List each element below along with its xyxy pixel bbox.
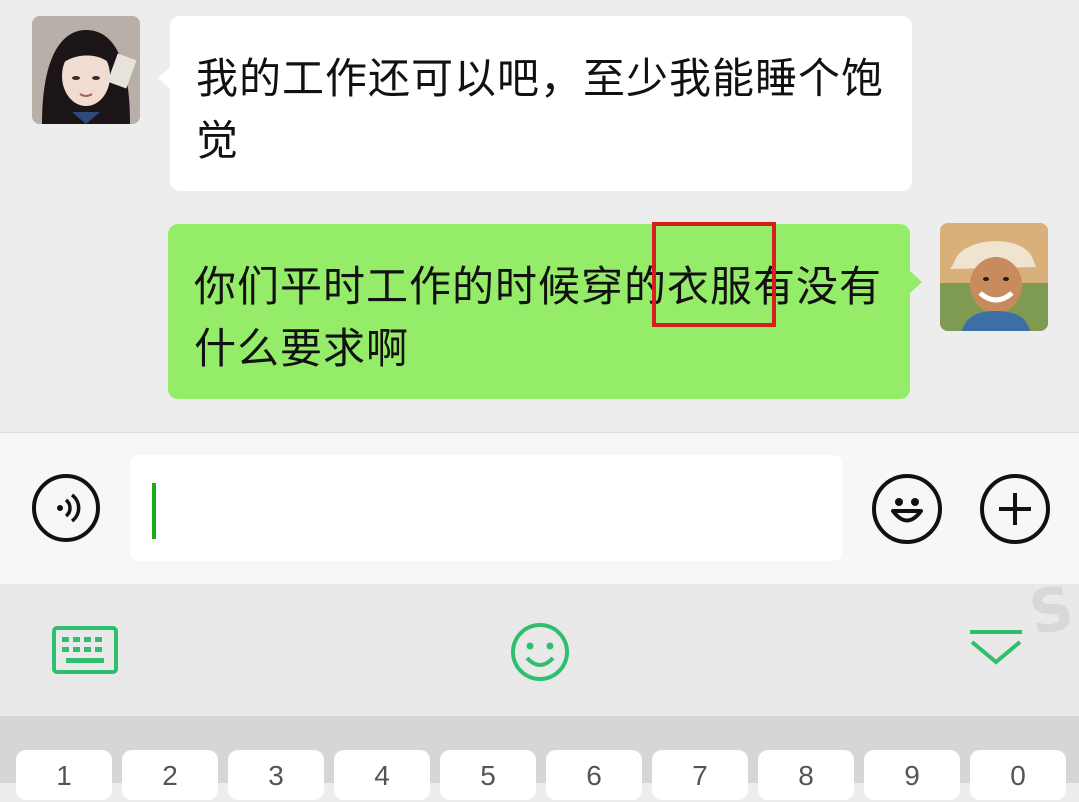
key-3[interactable]: 3 bbox=[228, 750, 324, 800]
more-button[interactable] bbox=[980, 474, 1050, 544]
key-1[interactable]: 1 bbox=[16, 750, 112, 800]
key-7[interactable]: 7 bbox=[652, 750, 748, 800]
highlight-annotation-box bbox=[652, 222, 776, 327]
received-message-text: 我的工作还可以吧，至少我能睡个饱觉 bbox=[196, 54, 885, 165]
watermark-logo: S bbox=[1024, 572, 1079, 650]
self-avatar[interactable] bbox=[940, 223, 1048, 331]
key-6[interactable]: 6 bbox=[546, 750, 642, 800]
emoji-button[interactable] bbox=[872, 474, 942, 544]
keyboard-switch-button[interactable] bbox=[52, 626, 118, 678]
sent-message-bubble[interactable]: 你们平时工作的时候穿的衣服有没有什么要求啊 bbox=[168, 224, 922, 399]
contact-avatar[interactable] bbox=[32, 16, 140, 124]
chat-area[interactable]: 我的工作还可以吧，至少我能睡个饱觉 你们平时工作的时候穿的衣服有没有什么要求啊 bbox=[0, 0, 1079, 432]
keyboard-number-row: 1 2 3 4 5 6 7 8 9 0 bbox=[0, 716, 1079, 800]
key-8[interactable]: 8 bbox=[758, 750, 854, 800]
emoji-panel-button[interactable] bbox=[508, 620, 572, 688]
received-message-bubble[interactable]: 我的工作还可以吧，至少我能睡个饱觉 bbox=[158, 16, 912, 191]
emoji-icon bbox=[891, 498, 923, 523]
voice-button[interactable] bbox=[32, 474, 100, 542]
key-5[interactable]: 5 bbox=[440, 750, 536, 800]
voice-icon bbox=[57, 493, 81, 523]
collapse-keyboard-icon bbox=[970, 630, 1022, 665]
collapse-keyboard-button[interactable] bbox=[966, 628, 1026, 672]
sent-message-text: 你们平时工作的时候穿的衣服有没有什么要求啊 bbox=[194, 262, 883, 373]
keyboard-toolbar: S bbox=[0, 573, 1079, 716]
message-input-bar bbox=[0, 432, 1079, 584]
key-4[interactable]: 4 bbox=[334, 750, 430, 800]
message-input[interactable] bbox=[130, 455, 842, 561]
boy-avatar-image bbox=[940, 223, 1048, 331]
keyboard-icon bbox=[52, 626, 118, 674]
key-0[interactable]: 0 bbox=[970, 750, 1066, 800]
plus-icon bbox=[999, 493, 1031, 525]
emoji-panel-icon bbox=[511, 623, 569, 681]
text-caret bbox=[152, 483, 156, 539]
key-2[interactable]: 2 bbox=[122, 750, 218, 800]
key-9[interactable]: 9 bbox=[864, 750, 960, 800]
girl-avatar-image bbox=[32, 16, 140, 124]
